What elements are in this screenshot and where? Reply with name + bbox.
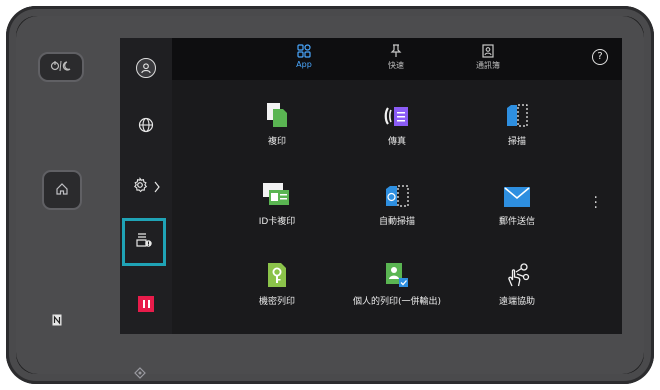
app-secure-print-label: 機密列印 xyxy=(258,297,295,307)
app-id-card-copy[interactable]: ID卡複印 xyxy=(222,178,332,227)
tab-address-book-label: 通訊簿 xyxy=(476,61,500,70)
user-icon xyxy=(136,58,156,78)
tab-app[interactable]: App xyxy=(274,42,334,78)
envelope-icon xyxy=(462,178,572,208)
copy-icon xyxy=(222,98,332,128)
address-book-icon xyxy=(458,42,518,60)
apps-grid-icon xyxy=(274,42,334,60)
app-copy[interactable]: 複印 xyxy=(222,98,332,147)
help-button[interactable]: ? xyxy=(592,49,608,65)
sidebar xyxy=(120,38,172,334)
language-button[interactable] xyxy=(120,105,172,149)
scan-icon xyxy=(462,98,572,128)
id-card-copy-icon xyxy=(222,178,332,208)
app-scan-label: 掃描 xyxy=(507,137,526,147)
tab-quick[interactable]: 快速 xyxy=(366,42,426,78)
app-auto-scan-label: 自動掃描 xyxy=(378,217,415,227)
tab-address-book[interactable]: 通訊簿 xyxy=(458,42,518,78)
tab-bar: App 快速 通訊簿 ? xyxy=(172,38,622,80)
user-login-button[interactable] xyxy=(120,46,172,90)
app-scan[interactable]: 掃描 xyxy=(462,98,572,147)
job-status-icon xyxy=(135,232,153,252)
app-personal-print-label: 個人的列印(一併輸出) xyxy=(352,297,442,307)
app-email-label: 郵件送信 xyxy=(498,217,535,227)
power-button[interactable] xyxy=(38,52,84,82)
app-remote-assist-label: 遠端協助 xyxy=(498,297,535,307)
tab-quick-label: 快速 xyxy=(388,61,404,70)
tab-app-label: App xyxy=(296,60,312,69)
more-vertical-icon[interactable]: · · · xyxy=(594,191,598,215)
job-status-button[interactable] xyxy=(120,220,170,264)
globe-icon xyxy=(138,117,154,137)
pause-icon xyxy=(138,296,154,312)
home-icon xyxy=(55,182,69,199)
app-email[interactable]: 郵件送信 xyxy=(462,178,572,227)
app-auto-scan[interactable]: 自動掃描 xyxy=(342,178,452,227)
app-copy-label: 複印 xyxy=(267,137,286,147)
app-personal-print[interactable]: 個人的列印(一併輸出) xyxy=(342,258,452,307)
app-area: App 快速 通訊簿 ? 複印 傳真 掃描 ID卡複印 自動掃描 郵件送信 機密… xyxy=(172,38,622,334)
app-secure-print[interactable]: 機密列印 xyxy=(222,258,332,307)
power-icon xyxy=(50,60,72,75)
touch-screen: App 快速 通訊簿 ? 複印 傳真 掃描 ID卡複印 自動掃描 郵件送信 機密… xyxy=(120,38,622,334)
data-lamp-icon xyxy=(134,367,146,382)
app-fax-label: 傳真 xyxy=(387,137,406,147)
fax-icon xyxy=(342,98,452,128)
gear-icon xyxy=(132,177,148,197)
chevron-right-icon xyxy=(154,178,160,197)
stop-button[interactable] xyxy=(120,282,172,326)
app-id-card-copy-label: ID卡複印 xyxy=(258,217,296,227)
app-remote-assist[interactable]: 遠端協助 xyxy=(462,258,572,307)
remote-assist-icon xyxy=(462,258,572,288)
nfc-icon xyxy=(52,314,62,326)
app-fax[interactable]: 傳真 xyxy=(342,98,452,147)
pin-icon xyxy=(366,42,426,60)
device-settings-button[interactable] xyxy=(120,165,172,209)
personal-print-icon xyxy=(342,258,452,288)
secure-print-icon xyxy=(222,258,332,288)
auto-scan-icon xyxy=(342,178,452,208)
home-button[interactable] xyxy=(42,170,82,210)
